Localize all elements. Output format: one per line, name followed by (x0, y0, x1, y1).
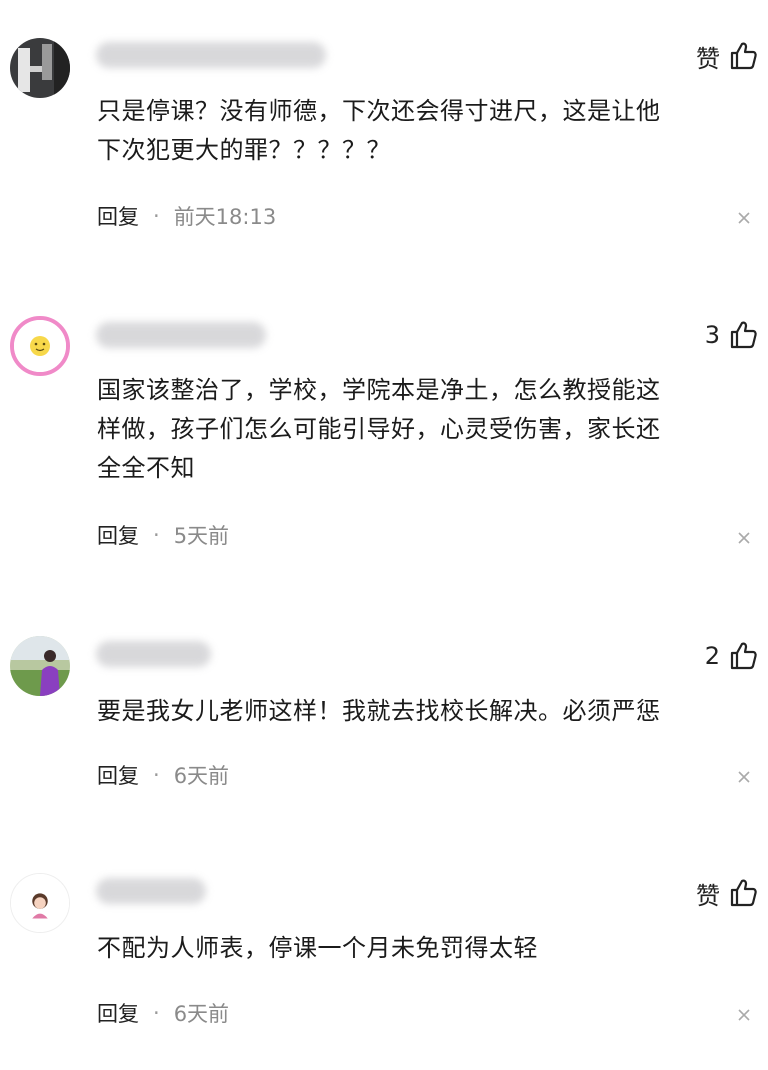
comment-text: 国家该整治了，学校，学院本是净土，怎么教授能这 样做，孩子们怎么可能引导好，心灵… (97, 371, 748, 488)
comment-text-line: 国家该整治了，学校，学院本是净土，怎么教授能这 (97, 376, 661, 404)
timestamp: 5天前 (173, 524, 230, 548)
comment-meta: 回复 · 5天前 (97, 520, 229, 550)
separator-dot: · (153, 204, 160, 228)
username-blurred[interactable] (96, 42, 326, 68)
comment-text: 只是停课？没有师德，下次还会得寸进尺，这是让他 下次犯更大的罪？？？？？ (97, 92, 748, 170)
avatar[interactable] (10, 873, 70, 933)
thumbs-up-icon (730, 642, 757, 670)
dark-building-avatar-icon (10, 38, 70, 98)
separator-dot: · (153, 763, 160, 787)
comment-text-line: 只是停课？没有师德，下次还会得寸进尺，这是让他 (97, 97, 661, 125)
username-blurred[interactable] (96, 322, 266, 348)
timestamp: 前天18:13 (173, 205, 277, 229)
comment-text: 要是我女儿老师这样！我就去找校长解决。必须严惩 (97, 692, 748, 731)
comment-text-line: 要是我女儿老师这样！我就去找校长解决。必须严惩 (97, 697, 661, 725)
username-blurred[interactable] (96, 878, 206, 904)
close-icon[interactable] (736, 530, 752, 546)
like-count: 2 (704, 642, 720, 670)
avatar[interactable] (10, 636, 70, 696)
close-icon[interactable] (736, 769, 752, 785)
timestamp: 6天前 (173, 764, 230, 788)
comment-text-line: 下次犯更大的罪？？？？？ (97, 136, 391, 164)
reply-button[interactable]: 回复 (97, 201, 139, 231)
reply-button[interactable]: 回复 (97, 760, 139, 790)
cartoon-girl-avatar-icon (11, 874, 69, 932)
close-icon[interactable] (736, 210, 752, 226)
reply-button[interactable]: 回复 (97, 998, 139, 1028)
comment-meta: 回复 · 6天前 (97, 998, 229, 1028)
like-count: 3 (704, 321, 720, 349)
like-button[interactable]: 2 (705, 639, 758, 673)
like-label: 赞 (696, 881, 720, 910)
separator-dot: · (153, 523, 160, 547)
avatar[interactable] (10, 38, 70, 98)
comment-meta: 回复 · 6天前 (97, 760, 229, 790)
fried-egg-avatar-icon (14, 320, 66, 372)
reply-button[interactable]: 回复 (97, 520, 139, 550)
thumbs-up-icon (730, 42, 757, 70)
person-landscape-avatar-icon (10, 636, 70, 696)
avatar[interactable] (10, 316, 70, 376)
like-button[interactable]: 赞 (696, 876, 758, 910)
separator-dot: · (153, 1001, 160, 1025)
username-blurred[interactable] (96, 641, 211, 667)
comment-text-line: 全全不知 (97, 454, 195, 482)
close-icon[interactable] (736, 1007, 752, 1023)
comment-text: 不配为人师表，停课一个月未免罚得太轻 (97, 929, 748, 968)
like-button[interactable]: 3 (705, 318, 758, 352)
thumbs-up-icon (730, 321, 757, 349)
like-label: 赞 (696, 44, 720, 73)
comment-text-line: 不配为人师表，停课一个月未免罚得太轻 (97, 934, 538, 962)
thumbs-up-icon (730, 879, 757, 907)
like-button[interactable]: 赞 (696, 39, 758, 73)
timestamp: 6天前 (173, 1002, 230, 1026)
comment-text-line: 样做，孩子们怎么可能引导好，心灵受伤害，家长还 (97, 415, 661, 443)
comment-meta: 回复 · 前天18:13 (97, 201, 276, 231)
